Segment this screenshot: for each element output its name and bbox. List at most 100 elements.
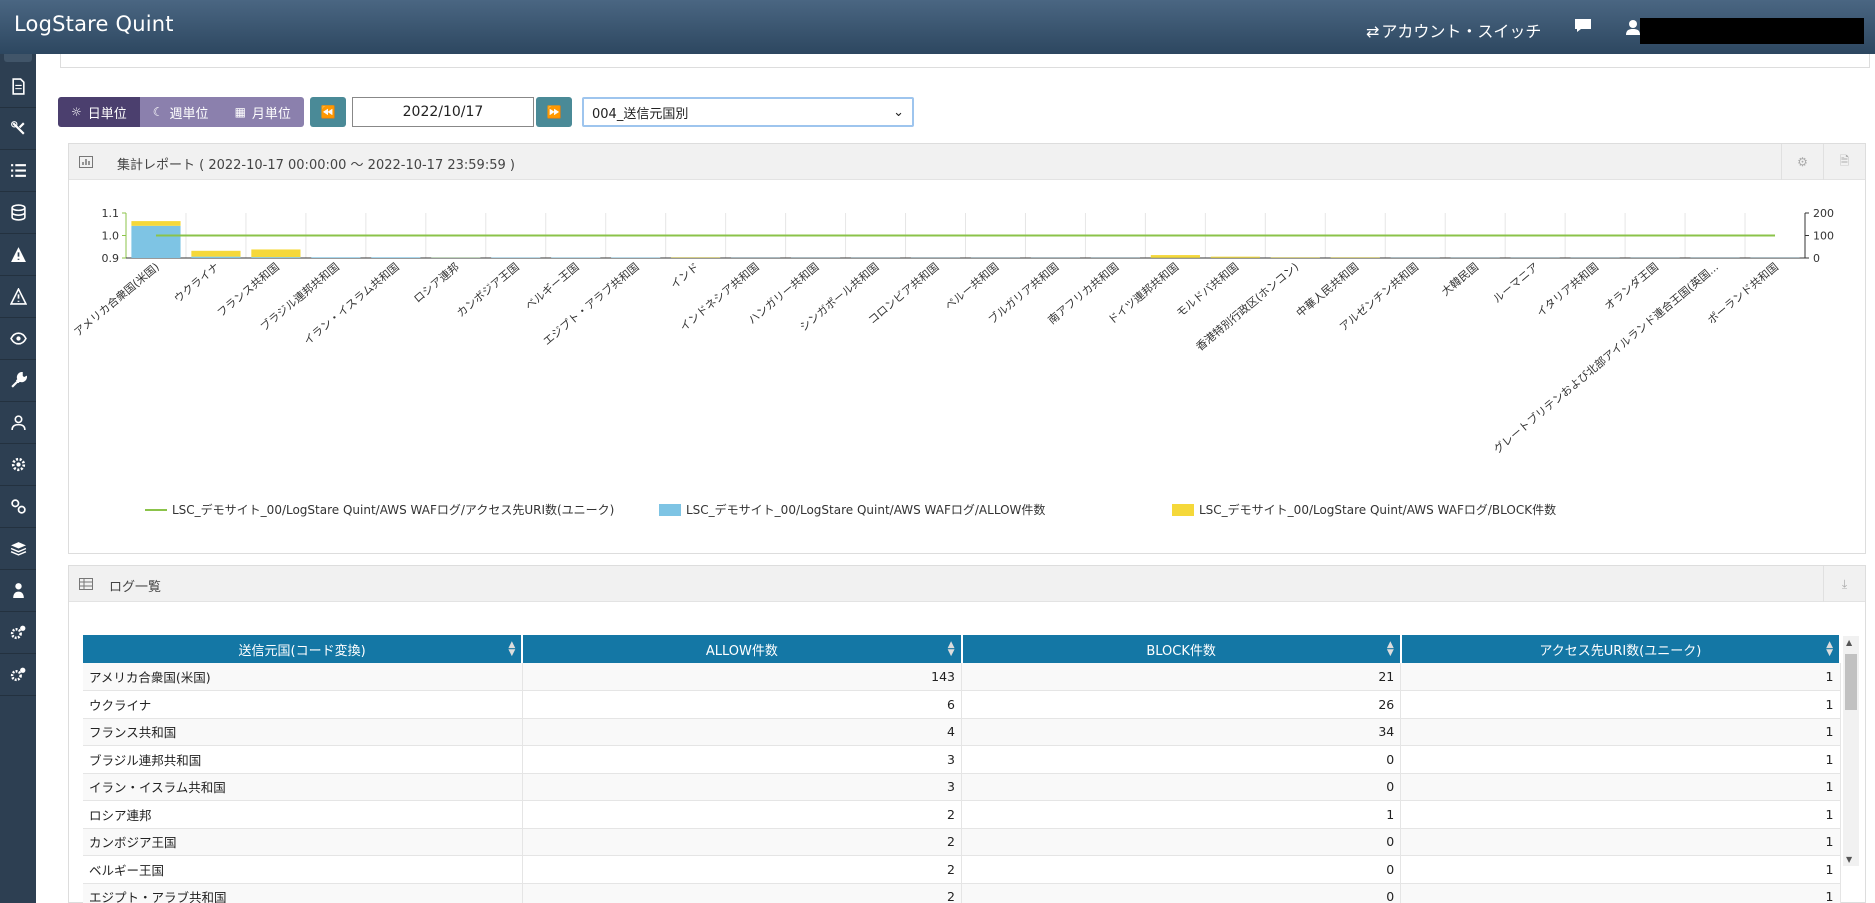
legend-swatch-uri	[145, 508, 167, 511]
cell-block: 1	[961, 800, 1402, 829]
cell-block: 0	[961, 828, 1402, 856]
table-row[interactable]: アメリカ合衆国(米国) 143 21 1	[83, 663, 1841, 691]
list-icon[interactable]	[0, 150, 36, 192]
cell-allow: 4	[522, 718, 963, 746]
allow-bar	[131, 225, 181, 258]
table-scrollbar[interactable]: ▲ ▼	[1843, 636, 1859, 866]
column-header-uri[interactable]: アクセス先URI数(ユニーク) ▲ ▼	[1400, 635, 1842, 663]
month-unit-label: 月単位	[251, 106, 291, 122]
column-header-label: BLOCK件数	[1146, 643, 1216, 659]
layers-icon[interactable]	[0, 528, 36, 570]
previous-date-button[interactable]: ⏪	[310, 97, 346, 127]
column-header-label: 送信元国(コード変換)	[238, 643, 366, 659]
cell-uri: 1	[1400, 800, 1841, 829]
left-tick-label: 1.1	[102, 207, 120, 220]
wrench-cross-icon[interactable]	[0, 108, 36, 150]
cell-country: エジプト・アラブ共和国	[83, 883, 523, 903]
table-row[interactable]: イラン・イスラム共和国 3 0 1	[83, 773, 1841, 801]
block-bar	[191, 250, 241, 257]
pdf-export-icon[interactable]: 🗎	[1823, 144, 1865, 180]
log-panel: ログ一覧 ⤓ 送信元国(コード変換) ▲ ▼ ALLOW件数 ▲ ▼ BLOCK件数 ▲ ▼…	[68, 565, 1866, 903]
moon-icon: ☾	[152, 105, 164, 119]
table-row[interactable]: ベルギー王国 2 0 1	[83, 855, 1841, 884]
cell-block: 0	[961, 883, 1402, 903]
cell-block: 0	[961, 855, 1402, 884]
table-row[interactable]: ブラジル連邦共和国 3 0 1	[83, 745, 1841, 774]
report-icon[interactable]	[0, 66, 36, 108]
sort-icon: ▲ ▼	[508, 640, 516, 658]
table-row[interactable]: カンボジア王国 2 0 1	[83, 828, 1841, 856]
column-header-block[interactable]: BLOCK件数 ▲ ▼	[961, 635, 1402, 663]
chat-icon[interactable]	[1574, 18, 1592, 33]
sort-icon: ▲ ▼	[1826, 640, 1833, 658]
x-tick-label: イタリア共和国	[1534, 260, 1601, 319]
legend-item-uri[interactable]: LSC_デモサイト_00/LogStare Quint/AWS WAFログ/アク…	[145, 501, 614, 518]
column-header-allow[interactable]: ALLOW件数 ▲ ▼	[522, 635, 963, 663]
legend-label-uri: LSC_デモサイト_00/LogStare Quint/AWS WAFログ/アク…	[172, 503, 615, 517]
week-unit-button[interactable]: ☾ 週単位	[139, 97, 222, 127]
main-content: ☼ 日単位 ☾ 週単位 ▦ 月単位 ⏪ 2022/10/17 ⏩ 004_送信元国別 …	[36, 54, 1875, 903]
x-tick-label: ウクライナ	[172, 260, 222, 305]
scroll-up-icon[interactable]: ▲	[1846, 638, 1852, 647]
wrench-icon[interactable]	[0, 360, 36, 402]
legend-label-allow: LSC_デモサイト_00/LogStare Quint/AWS WAFログ/AL…	[686, 503, 1046, 517]
table-header-row: 送信元国(コード変換) ▲ ▼ ALLOW件数 ▲ ▼ BLOCK件数 ▲ ▼ アクセス先U…	[83, 635, 1842, 663]
cell-block: 26	[961, 690, 1402, 719]
cell-allow: 3	[522, 745, 963, 774]
cell-country: ベルギー王国	[83, 855, 523, 884]
cell-country: ブラジル連邦共和国	[83, 745, 523, 774]
cell-uri: 1	[1400, 745, 1841, 774]
cell-country: アメリカ合衆国(米国)	[83, 663, 523, 691]
cell-uri: 1	[1400, 883, 1841, 903]
warning-icon[interactable]	[0, 276, 36, 318]
account-switch-link[interactable]: ⇄ アカウント・スイッチ	[1366, 18, 1541, 42]
cell-allow: 3	[522, 773, 963, 801]
cog-icon[interactable]	[0, 654, 36, 696]
legend-swatch-allow	[659, 503, 681, 516]
x-tick-label: ペルー共和国	[942, 260, 1001, 312]
user-group-icon[interactable]	[0, 402, 36, 444]
download-icon[interactable]: ⤓	[1823, 566, 1865, 602]
cell-country: フランス共和国	[83, 718, 523, 746]
table-row[interactable]: ウクライナ 6 26 1	[83, 690, 1841, 719]
eye-icon[interactable]	[0, 318, 36, 360]
report-chart: 0.91.01.10100200アメリカ合衆国(米国) ウクライナフランス共和国ブ…	[71, 207, 1834, 457]
column-header-country[interactable]: 送信元国(コード変換) ▲ ▼	[83, 635, 524, 663]
x-tick-label: グレートブリテンおよび北部アイルランド連合王国(英国...	[1490, 260, 1721, 457]
table-row[interactable]: ロシア連邦 2 1 1	[83, 800, 1841, 829]
block-bar	[251, 249, 301, 258]
next-date-button[interactable]: ⏩	[536, 97, 572, 127]
legend-swatch-block	[1172, 503, 1194, 516]
day-unit-button[interactable]: ☼ 日単位	[58, 97, 140, 127]
right-tick-label: 100	[1813, 230, 1834, 243]
legend-item-block[interactable]: LSC_デモサイト_00/LogStare Quint/AWS WAFログ/BL…	[1172, 501, 1556, 518]
allow-bar	[311, 257, 361, 258]
database-icon[interactable]	[0, 192, 36, 234]
period-button-group: ☼ 日単位 ☾ 週単位 ▦ 月単位	[58, 97, 304, 127]
cogs-icon[interactable]	[0, 612, 36, 654]
gears-icon[interactable]	[0, 486, 36, 528]
table-row[interactable]: フランス共和国 4 34 1	[83, 718, 1841, 746]
settings-icon[interactable]: ⚙	[1781, 144, 1823, 180]
sidebar-collapse-handle[interactable]	[4, 54, 32, 62]
table-row[interactable]: エジプト・アラブ共和国 2 0 1	[83, 883, 1841, 903]
cell-block: 21	[961, 663, 1402, 691]
user-icon[interactable]	[1626, 19, 1640, 35]
legend-label-block: LSC_デモサイト_00/LogStare Quint/AWS WAFログ/BL…	[1199, 503, 1557, 517]
month-unit-button[interactable]: ▦ 月単位	[221, 97, 304, 127]
cell-allow: 6	[522, 690, 963, 719]
table-body: アメリカ合衆国(米国) 143 21 1 ウクライナ 6 26 1 フランス共和国 4 34 1 ブラジ…	[83, 663, 1841, 903]
x-tick-label: 大韓民国	[1438, 260, 1481, 299]
app-title[interactable]: LogStare Quint	[14, 12, 174, 36]
scrollbar-thumb[interactable]	[1845, 654, 1857, 710]
cell-allow: 2	[522, 828, 963, 856]
gear-icon[interactable]	[0, 444, 36, 486]
week-unit-label: 週単位	[169, 106, 209, 122]
scroll-down-icon[interactable]: ▼	[1846, 855, 1852, 864]
report-select[interactable]: 004_送信元国別 ⌄	[582, 97, 914, 127]
x-tick-label: フランス共和国	[215, 260, 282, 319]
alert-icon[interactable]	[0, 234, 36, 276]
date-input[interactable]: 2022/10/17	[352, 97, 534, 127]
sitemap-icon[interactable]	[0, 570, 36, 612]
legend-item-allow[interactable]: LSC_デモサイト_00/LogStare Quint/AWS WAFログ/AL…	[659, 501, 1045, 518]
